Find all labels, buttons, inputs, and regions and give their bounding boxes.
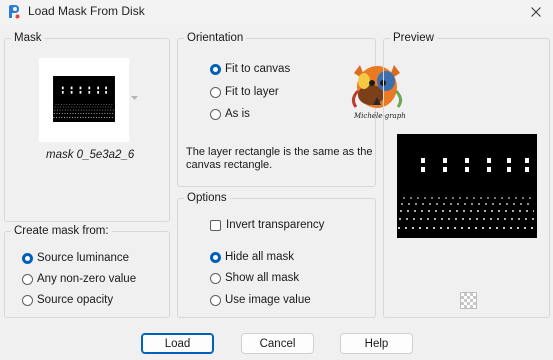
radio-use-image-value[interactable]: Use image value (210, 292, 311, 308)
radio-button[interactable] (210, 108, 221, 120)
checkbox-label: Invert transparency (226, 219, 325, 231)
radio-button[interactable] (22, 252, 33, 264)
radio-show-all-mask[interactable]: Show all mask (210, 270, 299, 286)
mask-thumbnail-selector[interactable] (39, 58, 129, 142)
radio-as-is[interactable]: As is (210, 106, 250, 122)
radio-source-opacity[interactable]: Source opacity (22, 292, 113, 308)
chevron-down-icon[interactable] (131, 96, 138, 100)
cancel-button[interactable]: Cancel (241, 333, 314, 354)
window-title: Load Mask From Disk (28, 4, 145, 18)
radio-button[interactable] (210, 272, 221, 284)
radio-label: Fit to layer (225, 86, 279, 98)
radio-button[interactable] (210, 251, 221, 263)
radio-button[interactable] (210, 63, 221, 75)
orientation-description: The layer rectangle is the same as the c… (186, 146, 373, 171)
preview-legend: Preview (393, 32, 434, 44)
radio-button[interactable] (22, 273, 33, 285)
checkbox-invert-transparency[interactable]: Invert transparency (210, 217, 324, 233)
radio-label: Source opacity (37, 294, 114, 306)
close-button[interactable] (519, 0, 553, 24)
options-legend: Options (187, 192, 227, 204)
load-button[interactable]: Load (141, 333, 214, 354)
radio-any-non-zero-value[interactable]: Any non-zero value (22, 271, 136, 287)
orientation-legend: Orientation (187, 32, 244, 44)
radio-label: Use image value (225, 294, 311, 306)
radio-label: Show all mask (225, 272, 300, 284)
radio-button[interactable] (22, 294, 33, 306)
mask-name-label: mask 0_5e3a2_6 (46, 149, 135, 161)
mask-preview-image (397, 134, 537, 238)
close-icon (531, 7, 541, 17)
radio-label: Source luminance (37, 252, 130, 264)
paint-shop-pro-icon (9, 5, 20, 19)
radio-label: Hide all mask (225, 251, 295, 263)
radio-fit-to-canvas[interactable]: Fit to canvas (210, 61, 290, 77)
title-bar: Load Mask From Disk (0, 0, 553, 24)
help-button[interactable]: Help (340, 333, 413, 354)
radio-hide-all-mask[interactable]: Hide all mask (210, 249, 294, 265)
checkerboard-icon[interactable] (460, 292, 477, 309)
mask-thumbnail-image (53, 76, 115, 122)
checkbox[interactable] (210, 219, 221, 231)
radio-label: Fit to canvas (225, 63, 291, 75)
radio-label: Any non-zero value (37, 273, 137, 285)
radio-button[interactable] (210, 86, 221, 98)
mask-group-legend: Mask (14, 32, 42, 44)
create-mask-legend: Create mask from: (14, 225, 109, 237)
radio-button[interactable] (210, 294, 221, 306)
radio-fit-to-layer[interactable]: Fit to layer (210, 84, 279, 100)
radio-source-luminance[interactable]: Source luminance (22, 250, 129, 266)
radio-label: As is (225, 108, 250, 120)
